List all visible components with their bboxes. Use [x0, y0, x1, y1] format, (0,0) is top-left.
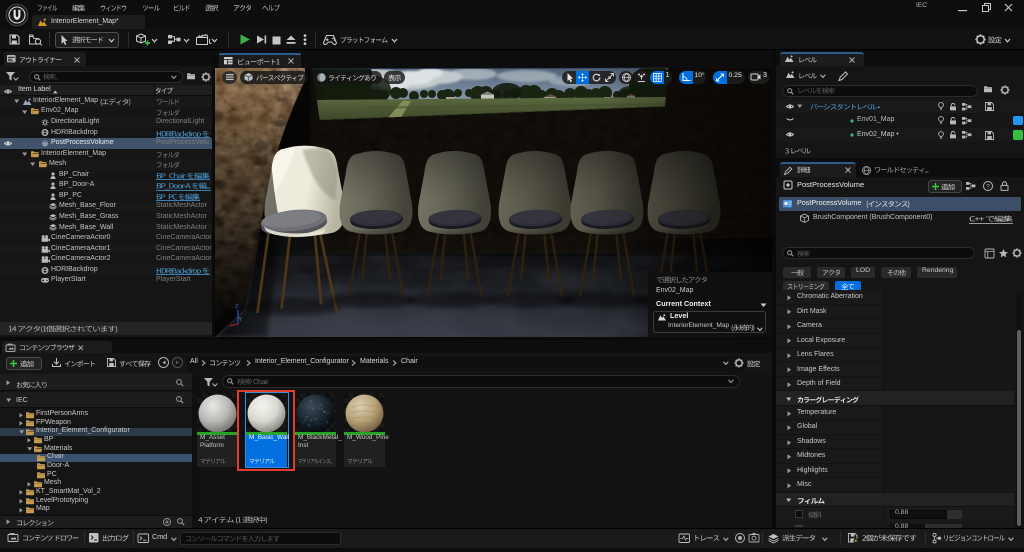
svg-text:Z: Z — [235, 304, 239, 310]
svg-text:?: ? — [986, 183, 990, 190]
svg-text:Y: Y — [239, 317, 243, 323]
